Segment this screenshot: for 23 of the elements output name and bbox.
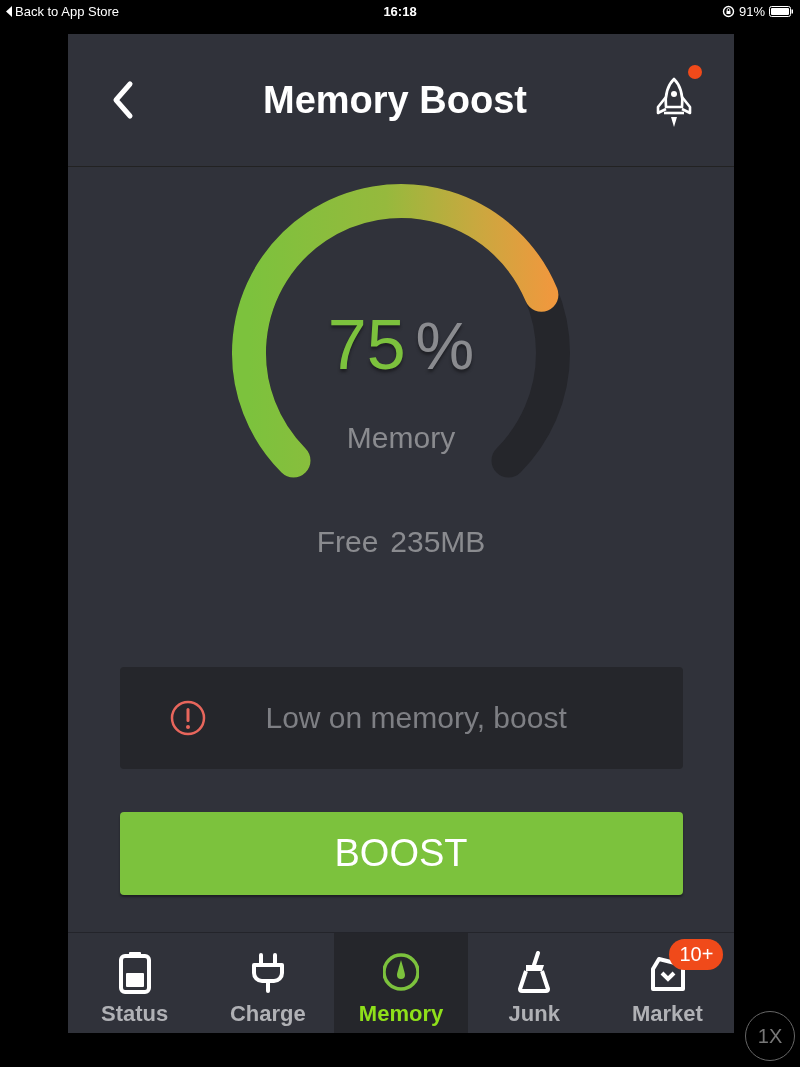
alert-message: Low on memory, boost xyxy=(265,701,567,735)
back-arrow-icon xyxy=(6,5,12,17)
rotation-lock-icon xyxy=(721,4,735,18)
plug-icon xyxy=(249,951,286,995)
percent-sign: % xyxy=(415,308,475,384)
tab[interactable]: Charge xyxy=(201,933,335,1033)
tab[interactable]: Memory xyxy=(334,933,468,1033)
battery-percent: 91% xyxy=(738,3,765,19)
tab[interactable]: Junk xyxy=(467,933,601,1033)
tab[interactable]: Status xyxy=(68,933,202,1033)
screen-title: Memory Boost xyxy=(263,78,527,122)
time-text: 16:18 xyxy=(383,3,417,19)
warning-icon xyxy=(169,700,206,736)
free-label: Free xyxy=(316,525,379,559)
free-value: 235MB xyxy=(390,525,486,559)
tab[interactable]: 10+ Market xyxy=(600,933,734,1033)
zoom-button[interactable]: 1X xyxy=(745,1011,795,1061)
battery-icon xyxy=(116,951,153,995)
percent-value: 75 xyxy=(327,305,406,385)
broom-icon xyxy=(516,951,553,995)
battery-icon xyxy=(769,5,794,17)
count-badge: 10+ xyxy=(669,939,724,970)
gauge-label: Memory xyxy=(345,421,457,455)
